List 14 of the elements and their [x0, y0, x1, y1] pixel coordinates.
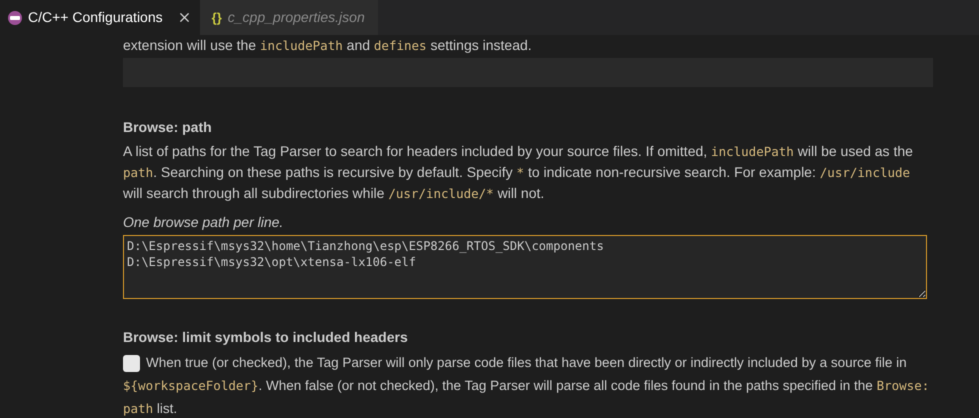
tab-label: c_cpp_properties.json	[228, 8, 365, 27]
field-hint: One browse path per line.	[123, 213, 284, 232]
path-list-field[interactable]: D:\Espressif\msys32\home\Tianzhong\esp\ESP8266_RTOS_SDK\components D:\Espressif\msys32\opt\xtensa-lx106-elf	[123, 235, 927, 299]
tab-label: C/C++ Configurations	[28, 8, 163, 27]
checkbox[interactable]	[123, 354, 140, 372]
setting-title: Browse: limit symbols to included headers	[123, 328, 409, 347]
setting-title: Browse: path	[123, 118, 213, 137]
extension-logo-icon	[8, 10, 22, 24]
setting-description: When true (or checked), the Tag Parser will only parse code files that have been directly or indirectly included by a source file in ${workspaceFolder}. When false (or not checked), the Tag Parser will parse all code files found in the paths specified in the Browse: path list.	[123, 354, 930, 418]
setting-description: A list of paths for the Tag Parser to search for headers included by your source files. If omitted, includePath will be used as the path. Searching on these paths is recursive by default. Specify * to indicate non-recursive search. For example: /usr/include will search through all subdirectories while /usr/include/* will not.	[123, 142, 914, 203]
editor-tab[interactable]: C/C++ Configurations	[0, 0, 200, 35]
setting-description: extension will use the includePath and defines settings instead.	[123, 36, 533, 55]
editor-tab[interactable]: {} c_cpp_properties.json	[200, 0, 378, 35]
braces-icon: {}	[212, 8, 222, 28]
